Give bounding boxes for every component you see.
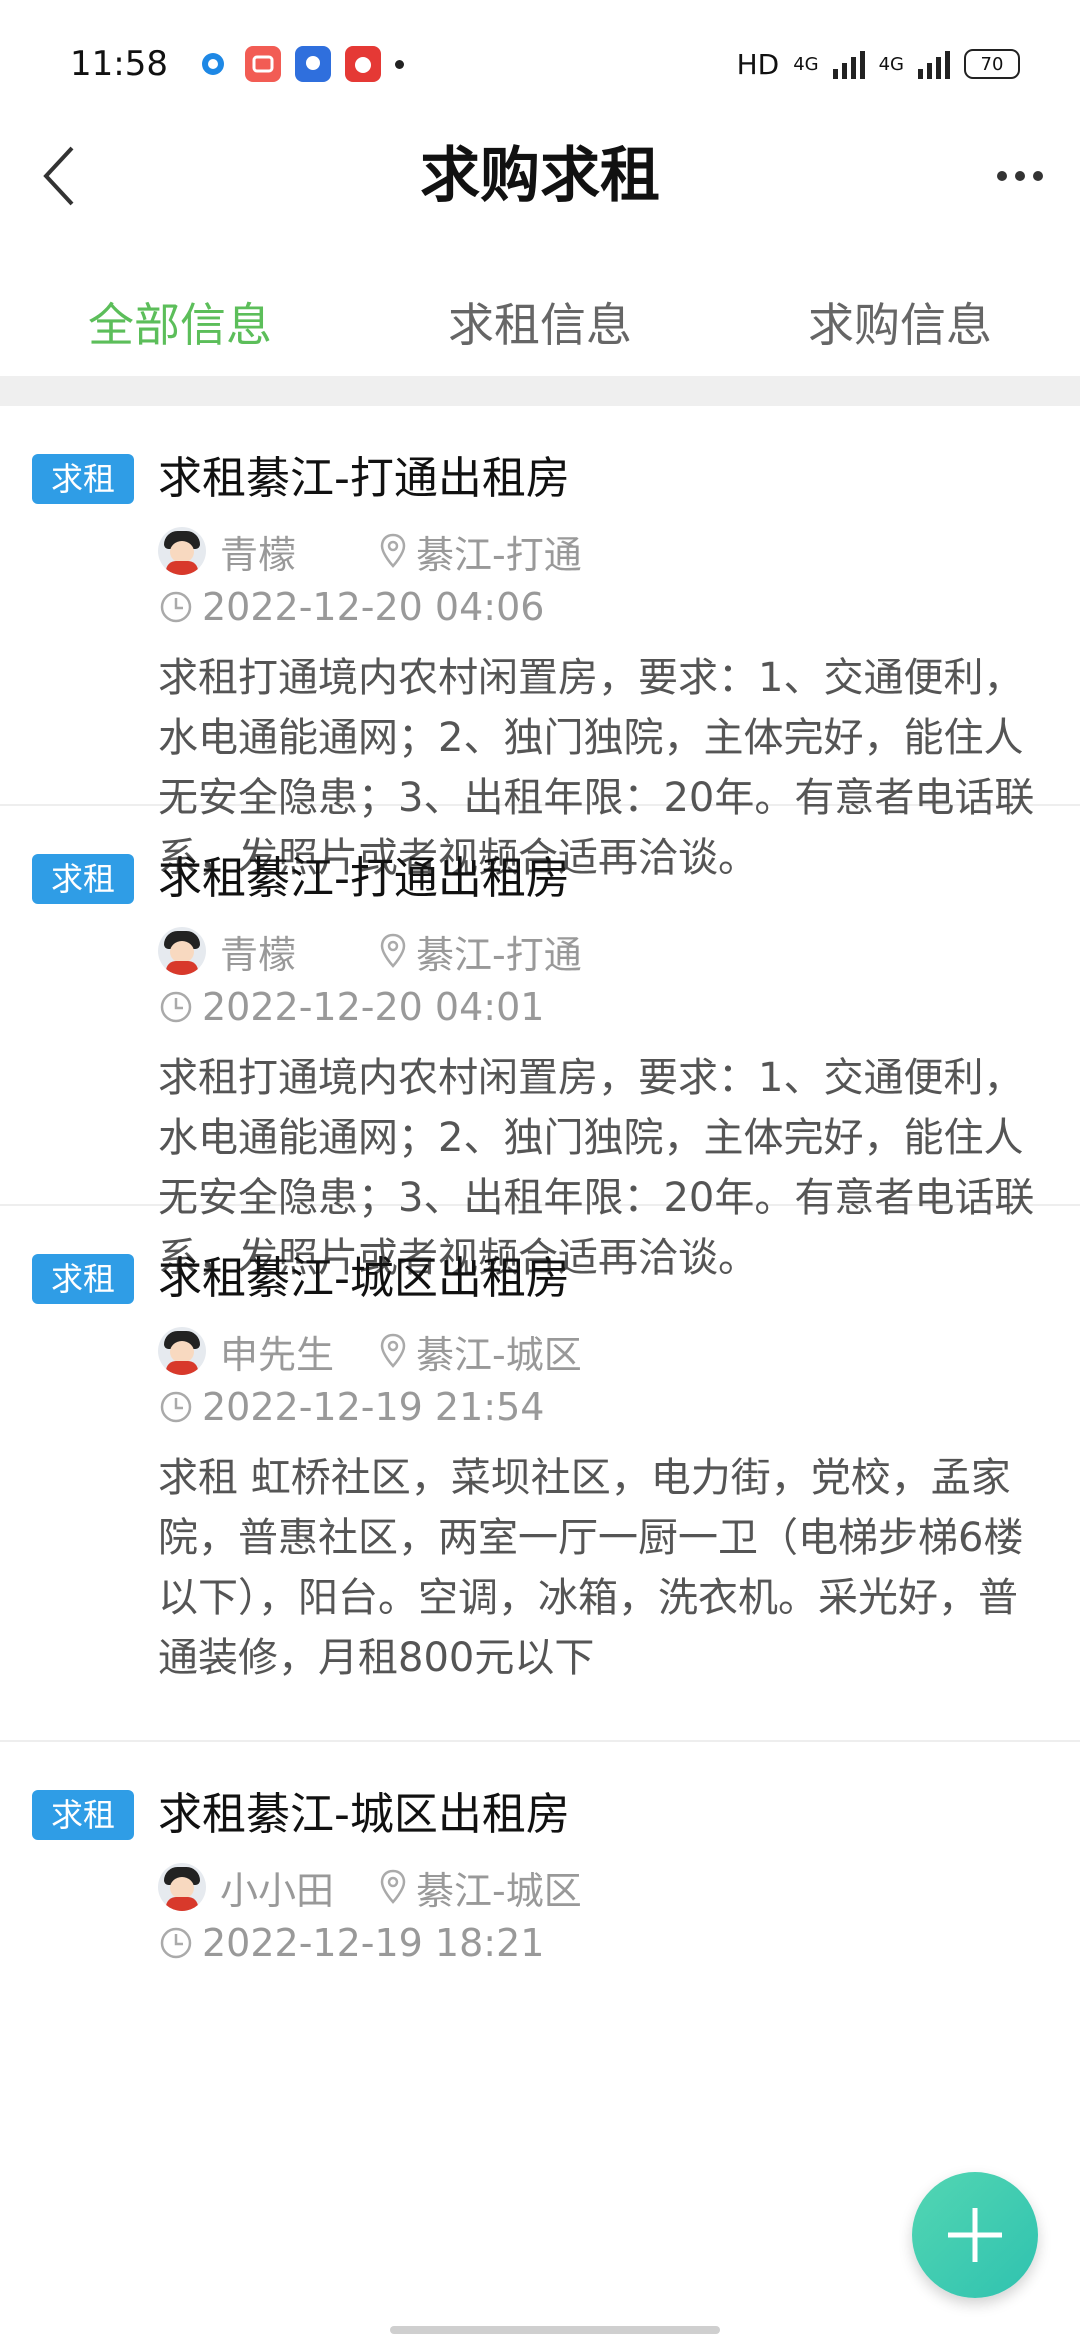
app-notification-icon-1 bbox=[195, 46, 231, 82]
listing-title: 求租綦江-城区出租房 bbox=[158, 1253, 570, 1304]
signal1-label: 4G bbox=[793, 53, 819, 75]
app-notification-icon-4 bbox=[345, 46, 381, 82]
status-bar: 11:58 HD 4G 4G 70 bbox=[0, 0, 1080, 130]
list-item[interactable]: 求租 求租綦江-城区出租房 申先生 綦江-城区 2022-12-19 21:54… bbox=[0, 1206, 1080, 1742]
list-item[interactable]: 求租 求租綦江-打通出租房 青檬 綦江-打通 2022-12-20 04:06 … bbox=[0, 406, 1080, 881]
listing-title: 求租綦江-打通出租房 bbox=[158, 853, 570, 904]
avatar bbox=[158, 927, 206, 975]
more-dot-icon bbox=[1033, 171, 1043, 181]
user-name: 青檬 bbox=[220, 932, 297, 977]
clock-icon bbox=[160, 591, 192, 623]
user-name: 小小田 bbox=[220, 1868, 335, 1913]
clock-icon bbox=[160, 1927, 192, 1959]
add-post-button[interactable] bbox=[912, 2172, 1038, 2298]
avatar bbox=[158, 527, 206, 575]
app-notification-icon-2 bbox=[245, 46, 281, 82]
category-tag: 求租 bbox=[32, 1790, 134, 1840]
avatar bbox=[158, 1863, 206, 1911]
more-options-button[interactable] bbox=[980, 136, 1060, 216]
tab-buy-wanted[interactable]: 求购信息 bbox=[720, 275, 1080, 375]
more-dot-icon bbox=[997, 171, 1007, 181]
list-item[interactable]: 求租 求租綦江-城区出租房 小小田 綦江-城区 2022-12-19 18:21 bbox=[0, 1742, 1080, 2122]
post-time: 2022-12-19 21:54 bbox=[202, 1385, 545, 1429]
tab-all-info[interactable]: 全部信息 bbox=[0, 275, 360, 375]
location-text: 綦江-城区 bbox=[416, 1868, 582, 1913]
location-pin-icon bbox=[380, 533, 406, 568]
user-name: 申先生 bbox=[220, 1332, 335, 1377]
signal-icon-1 bbox=[832, 49, 865, 79]
battery-icon: 70 bbox=[964, 49, 1020, 79]
listing-title: 求租綦江-打通出租房 bbox=[158, 453, 570, 504]
listing-title: 求租綦江-城区出租房 bbox=[158, 1789, 570, 1840]
location-pin-icon bbox=[380, 1333, 406, 1368]
filter-tabs: 全部信息 求租信息 求购信息 bbox=[0, 275, 1080, 375]
home-indicator[interactable] bbox=[390, 2326, 720, 2334]
more-notifications-dot bbox=[395, 59, 404, 69]
avatar bbox=[158, 1327, 206, 1375]
category-tag: 求租 bbox=[32, 454, 134, 504]
post-time: 2022-12-19 18:21 bbox=[202, 1921, 545, 1965]
category-tag: 求租 bbox=[32, 1254, 134, 1304]
section-divider bbox=[0, 376, 1080, 406]
clock-icon bbox=[160, 1391, 192, 1423]
page-title: 求购求租 bbox=[420, 141, 660, 211]
more-dot-icon bbox=[1015, 171, 1025, 181]
nav-bar: 求购求租 bbox=[0, 120, 1080, 230]
clock-icon bbox=[160, 991, 192, 1023]
hd-label: HD bbox=[736, 47, 780, 81]
status-time: 11:58 bbox=[70, 44, 168, 84]
listing-description: 求租 虹桥社区，菜坝社区，电力街，党校，孟家院，普惠社区，两室一厅一厨一卫（电梯… bbox=[158, 1455, 1024, 1681]
post-time: 2022-12-20 04:06 bbox=[202, 585, 545, 629]
app-notification-icon-3 bbox=[295, 46, 331, 82]
location-pin-icon bbox=[380, 1869, 406, 1904]
battery-level: 70 bbox=[980, 53, 1004, 75]
signal-icon-2 bbox=[918, 49, 950, 79]
location-pin-icon bbox=[380, 933, 406, 968]
location-text: 綦江-打通 bbox=[416, 932, 582, 977]
system-status: HD 4G 4G 70 bbox=[737, 44, 1020, 84]
location-text: 綦江-打通 bbox=[416, 532, 582, 577]
user-name: 青檬 bbox=[220, 532, 297, 577]
plus-icon bbox=[948, 2208, 1002, 2262]
post-time: 2022-12-20 04:01 bbox=[202, 985, 545, 1029]
listing-list: 求租 求租綦江-打通出租房 青檬 綦江-打通 2022-12-20 04:06 … bbox=[0, 406, 1080, 2122]
tab-rent-wanted[interactable]: 求租信息 bbox=[360, 275, 720, 375]
list-item[interactable]: 求租 求租綦江-打通出租房 青檬 綦江-打通 2022-12-20 04:01 … bbox=[0, 806, 1080, 1281]
signal2-label: 4G bbox=[878, 53, 904, 75]
category-tag: 求租 bbox=[32, 854, 134, 904]
notification-icons bbox=[195, 44, 404, 84]
location-text: 綦江-城区 bbox=[416, 1332, 582, 1377]
